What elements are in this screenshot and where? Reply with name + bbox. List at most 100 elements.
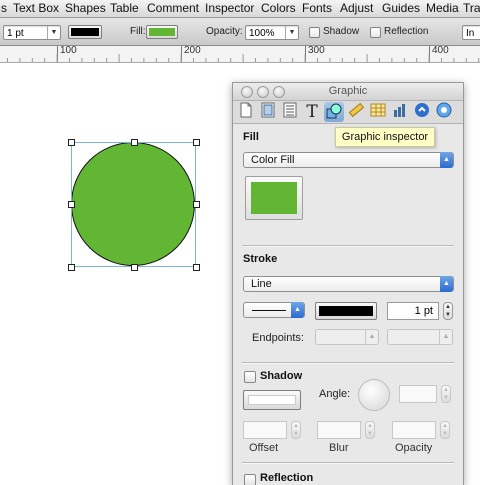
- layout-icon[interactable]: [258, 102, 278, 122]
- wrap-icon[interactable]: [280, 102, 300, 122]
- resize-handle-left[interactable]: [68, 201, 75, 208]
- menu-item-adjust[interactable]: Adjust: [340, 1, 373, 16]
- resize-handle-bottom-left[interactable]: [68, 264, 75, 271]
- reflection-checkbox[interactable]: [370, 27, 381, 38]
- inspector-title: Graphic: [328, 85, 368, 97]
- stroke-width-stepper[interactable]: ▲ ▼: [443, 302, 453, 320]
- angle-knob[interactable]: [358, 379, 390, 411]
- fill-type-value: Color Fill: [251, 154, 295, 166]
- menu-item-comment[interactable]: Comment: [147, 1, 199, 16]
- line-width-value: 1 pt: [7, 28, 24, 39]
- opacity-value: 100%: [249, 28, 275, 39]
- resize-handle-top-right[interactable]: [193, 139, 200, 146]
- offset-stepper[interactable]: ▲ ▼: [291, 421, 301, 439]
- selection-box: [71, 142, 196, 267]
- fill-color-well[interactable]: [146, 25, 178, 39]
- menu-item-inspector[interactable]: Inspector: [205, 1, 254, 16]
- menu-item-fonts[interactable]: Fonts: [302, 1, 332, 16]
- blur-field[interactable]: [317, 421, 361, 439]
- metrics-icon[interactable]: [346, 102, 366, 122]
- extra-button[interactable]: In: [462, 25, 480, 40]
- endpoints-label: Endpoints:: [252, 332, 304, 344]
- shadow-section-title: Shadow: [260, 370, 303, 382]
- reflection-label: Reflection: [384, 26, 429, 37]
- resize-handle-top-left[interactable]: [68, 139, 75, 146]
- resize-handle-bottom-right[interactable]: [193, 264, 200, 271]
- table-icon[interactable]: [368, 102, 388, 122]
- ruler-label-400: 400: [432, 45, 449, 56]
- menu-item-text-box[interactable]: Text Box: [13, 1, 59, 16]
- horizontal-ruler[interactable]: 100 200 300 400: [0, 45, 480, 63]
- reflection-checkbox[interactable]: [244, 474, 256, 485]
- divider: [242, 362, 454, 364]
- line-width-select[interactable]: 1 pt ▼: [3, 25, 61, 40]
- menu-item-colors[interactable]: Colors: [261, 1, 296, 16]
- blur-stepper[interactable]: ▲ ▼: [365, 421, 375, 439]
- shadow-color-swatch: [248, 395, 296, 405]
- line-style-preview: [252, 310, 286, 311]
- stroke-color-well[interactable]: [315, 302, 377, 320]
- format-bar: 1 pt ▼ Fill: Opacity: 100% ▼ Shadow Refl…: [0, 18, 480, 46]
- angle-field[interactable]: [399, 385, 437, 403]
- stroke-width-field[interactable]: 1 pt: [387, 302, 439, 320]
- stroke-color-swatch: [71, 28, 99, 36]
- line-style-select[interactable]: ▲: [243, 302, 305, 318]
- fill-color-well[interactable]: [245, 176, 303, 220]
- fill-section-title: Fill: [243, 131, 259, 143]
- opacity-select[interactable]: 100% ▼: [245, 25, 299, 40]
- menu-item-guides[interactable]: Guides: [382, 1, 420, 16]
- shadow-opacity-field[interactable]: [392, 421, 436, 439]
- inspector-tabs: T: [233, 101, 463, 124]
- shadow-color-well[interactable]: [243, 390, 301, 410]
- angle-label: Angle:: [319, 388, 351, 400]
- text-icon[interactable]: T: [302, 102, 322, 122]
- extra-button-label: In: [466, 28, 475, 39]
- chevron-updown-icon: ▲: [440, 152, 453, 168]
- chart-icon[interactable]: [390, 102, 410, 122]
- stroke-type-select[interactable]: Line ▲: [243, 276, 454, 292]
- shadow-checkbox[interactable]: [309, 27, 320, 38]
- menu-item-s[interactable]: s: [1, 1, 7, 16]
- resize-handle-right[interactable]: [193, 201, 200, 208]
- graphic-icon[interactable]: [324, 102, 344, 122]
- chevron-updown-icon: ▲: [291, 302, 304, 318]
- divider: [242, 462, 454, 464]
- stroke-type-value: Line: [251, 278, 272, 290]
- start-endpoint-select[interactable]: ▲: [315, 329, 379, 345]
- shadow-opacity-label: Opacity: [395, 442, 433, 454]
- inspector-titlebar[interactable]: Graphic: [233, 83, 463, 101]
- shadow-checkbox[interactable]: [244, 371, 256, 383]
- shadow-opacity-stepper[interactable]: ▲ ▼: [440, 421, 450, 439]
- fill-type-select[interactable]: Color Fill ▲: [243, 152, 454, 168]
- resize-handle-bottom[interactable]: [131, 264, 138, 271]
- chevron-updown-icon: ▲: [440, 276, 453, 292]
- opacity-label: Opacity:: [206, 26, 243, 37]
- chevron-updown-icon: ▲: [439, 330, 452, 344]
- offset-label: Offset: [249, 442, 279, 454]
- menu-item-tra[interactable]: Tra: [463, 1, 480, 16]
- chevron-updown-icon: ▲: [365, 330, 378, 344]
- blur-label: Blur: [329, 442, 349, 454]
- chevron-down-icon: ▼: [47, 26, 60, 39]
- stroke-color-swatch: [319, 306, 373, 316]
- stroke-color-well[interactable]: [68, 25, 102, 39]
- angle-stepper[interactable]: ▲ ▼: [441, 385, 451, 403]
- link-icon[interactable]: [412, 102, 432, 122]
- menu-item-media[interactable]: Media: [426, 1, 459, 16]
- fill-color-swatch: [251, 182, 297, 214]
- document-icon[interactable]: [236, 102, 256, 122]
- ruler-label-200: 200: [184, 45, 201, 56]
- chevron-down-icon: ▼: [285, 26, 298, 39]
- resize-handle-top[interactable]: [131, 139, 138, 146]
- reflection-section-title: Reflection: [260, 472, 314, 484]
- quicktime-icon[interactable]: [434, 102, 454, 122]
- menu-item-shapes[interactable]: Shapes: [65, 1, 106, 16]
- divider: [242, 245, 454, 247]
- ruler-label-300: 300: [308, 45, 325, 56]
- offset-field[interactable]: [243, 421, 287, 439]
- menu-item-table[interactable]: Table: [110, 1, 139, 16]
- stroke-section-title: Stroke: [243, 253, 278, 265]
- ruler-label-100: 100: [60, 45, 77, 56]
- fill-color-swatch: [149, 28, 175, 36]
- end-endpoint-select[interactable]: ▲: [387, 329, 453, 345]
